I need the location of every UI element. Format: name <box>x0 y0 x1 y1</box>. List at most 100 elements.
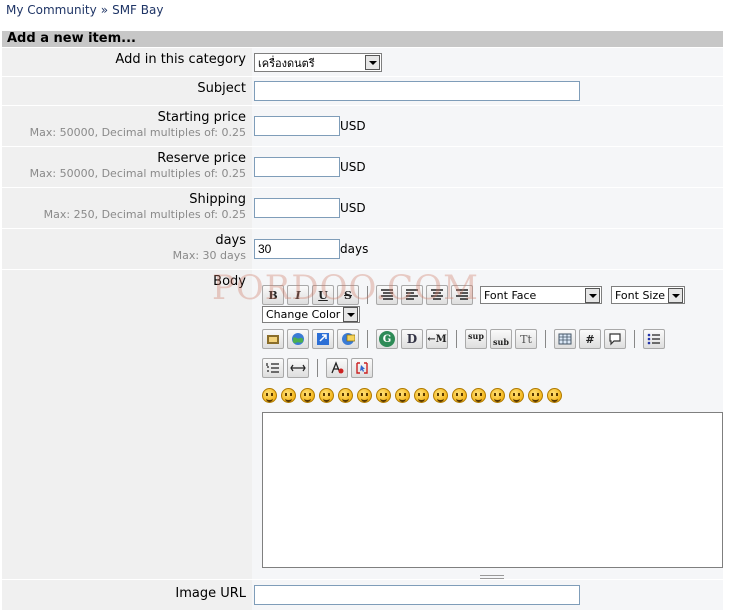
bold-button[interactable]: B <box>262 285 284 305</box>
code-button[interactable]: # <box>579 329 601 349</box>
change-color-select[interactable]: Change Color <box>262 306 360 323</box>
subscript-button[interactable]: sub <box>490 329 512 349</box>
change-color-value: Change Color <box>266 308 341 321</box>
font-face-select[interactable]: Font Face <box>480 286 602 304</box>
cheesy-icon[interactable] <box>300 388 315 403</box>
align-left-button[interactable] <box>401 285 423 305</box>
toolbar-divider <box>545 330 546 348</box>
kiss-icon[interactable] <box>528 388 543 403</box>
undecided-icon[interactable] <box>509 388 524 403</box>
embarrassed-icon[interactable] <box>471 388 486 403</box>
breadcrumb-home-link[interactable]: My Community <box>6 3 97 17</box>
reserve-price-hint: Max: 50000, Decimal multiples of: 0.25 <box>29 167 246 180</box>
breadcrumb-current-link[interactable]: SMF Bay <box>112 3 163 17</box>
align-center-button[interactable] <box>426 285 448 305</box>
font-size-select[interactable]: Font Size <box>611 286 685 304</box>
pre-format-button[interactable] <box>376 285 398 305</box>
insert-image-button[interactable] <box>287 329 309 349</box>
angry-icon[interactable] <box>338 388 353 403</box>
grin-icon[interactable] <box>319 388 334 403</box>
days-unit: days <box>340 242 369 256</box>
quote-icon <box>609 333 621 346</box>
glow-button[interactable]: G <box>376 329 398 349</box>
bullet-list-icon <box>647 333 660 345</box>
sad-icon[interactable] <box>357 388 372 403</box>
rolleyes-icon[interactable] <box>433 388 448 403</box>
font-face-value: Font Face <box>484 288 537 302</box>
pre-format-icon <box>381 289 393 300</box>
category-selected-value: เครื่องดนตรี <box>258 56 315 70</box>
shadow-button[interactable]: D <box>401 329 423 349</box>
reserve-price-label: Reserve price <box>157 151 246 166</box>
add-item-form: Add in this category เครื่องดนตรี Subjec… <box>2 47 723 610</box>
days-input[interactable] <box>254 239 340 259</box>
align-right-button[interactable] <box>451 285 473 305</box>
starting-price-input[interactable] <box>254 116 340 136</box>
body-textarea[interactable] <box>262 412 723 568</box>
insert-flash-button[interactable] <box>262 329 284 349</box>
reserve-price-unit: USD <box>340 160 366 174</box>
category-label: Add in this category <box>115 52 246 67</box>
wink-icon[interactable] <box>281 388 296 403</box>
strikethrough-button[interactable]: S <box>337 285 359 305</box>
image-url-input[interactable] <box>254 585 580 605</box>
insert-table-button[interactable] <box>554 329 576 349</box>
toolbar-divider <box>634 330 635 348</box>
shipping-label: Shipping <box>189 192 246 207</box>
font-size-value: Font Size <box>615 288 666 302</box>
numbered-list-button[interactable] <box>262 358 284 378</box>
toggle-view-button[interactable] <box>351 358 373 378</box>
italic-button[interactable]: I <box>287 285 309 305</box>
tongue-icon[interactable] <box>452 388 467 403</box>
shipping-input[interactable] <box>254 198 340 218</box>
section-title: Add a new item... <box>2 31 723 47</box>
starting-price-hint: Max: 50000, Decimal multiples of: 0.25 <box>29 126 246 139</box>
chevron-down-icon[interactable] <box>668 287 683 303</box>
cool-icon[interactable] <box>395 388 410 403</box>
chevron-down-icon[interactable] <box>365 55 380 70</box>
link-icon <box>317 333 329 345</box>
subject-input[interactable] <box>254 81 580 101</box>
shadow-icon: D <box>406 332 418 346</box>
category-select[interactable]: เครื่องดนตรี <box>254 53 382 72</box>
globe-icon <box>292 333 304 345</box>
toolbar-divider <box>367 286 368 304</box>
align-left-icon <box>406 289 418 300</box>
subject-label: Subject <box>197 81 246 96</box>
toolbar-divider <box>367 330 368 348</box>
toolbar-divider <box>456 330 457 348</box>
glow-icon: G <box>379 331 395 347</box>
teletype-button[interactable]: Tt <box>515 329 537 349</box>
quote-button[interactable] <box>604 329 626 349</box>
days-hint: Max: 30 days <box>172 249 246 262</box>
font-color-icon <box>331 361 344 374</box>
cry-icon[interactable] <box>547 388 562 403</box>
huh-icon[interactable] <box>414 388 429 403</box>
toolbar-divider <box>317 359 318 377</box>
shocked-icon[interactable] <box>376 388 391 403</box>
body-label: Body <box>213 274 246 289</box>
font-color-button[interactable] <box>326 358 348 378</box>
bullet-list-button[interactable] <box>643 329 665 349</box>
horizontal-rule-icon <box>290 364 306 372</box>
reserve-price-input[interactable] <box>254 157 340 177</box>
chevron-down-icon[interactable] <box>343 307 358 322</box>
smiley-bar <box>262 388 723 403</box>
move-button[interactable]: ←M <box>426 329 448 349</box>
horizontal-rule-button[interactable] <box>287 358 309 378</box>
superscript-button[interactable]: sup <box>465 329 487 349</box>
resize-handle[interactable] <box>480 575 504 579</box>
shipping-hint: Max: 250, Decimal multiples of: 0.25 <box>43 208 246 221</box>
category-label-cell: Add in this category <box>2 47 252 77</box>
lips-sealed-icon[interactable] <box>490 388 505 403</box>
chevron-down-icon[interactable] <box>585 287 600 303</box>
table-icon <box>558 333 572 345</box>
toggle-view-icon <box>356 362 368 374</box>
numbered-list-icon <box>266 363 279 373</box>
underline-button[interactable]: U <box>312 285 334 305</box>
insert-email-button[interactable] <box>337 329 359 349</box>
add-item-panel: Add a new item... Add in this category เ… <box>2 31 723 610</box>
insert-link-button[interactable] <box>312 329 334 349</box>
breadcrumb-separator: » <box>100 3 109 17</box>
smiley-icon[interactable] <box>262 388 277 403</box>
